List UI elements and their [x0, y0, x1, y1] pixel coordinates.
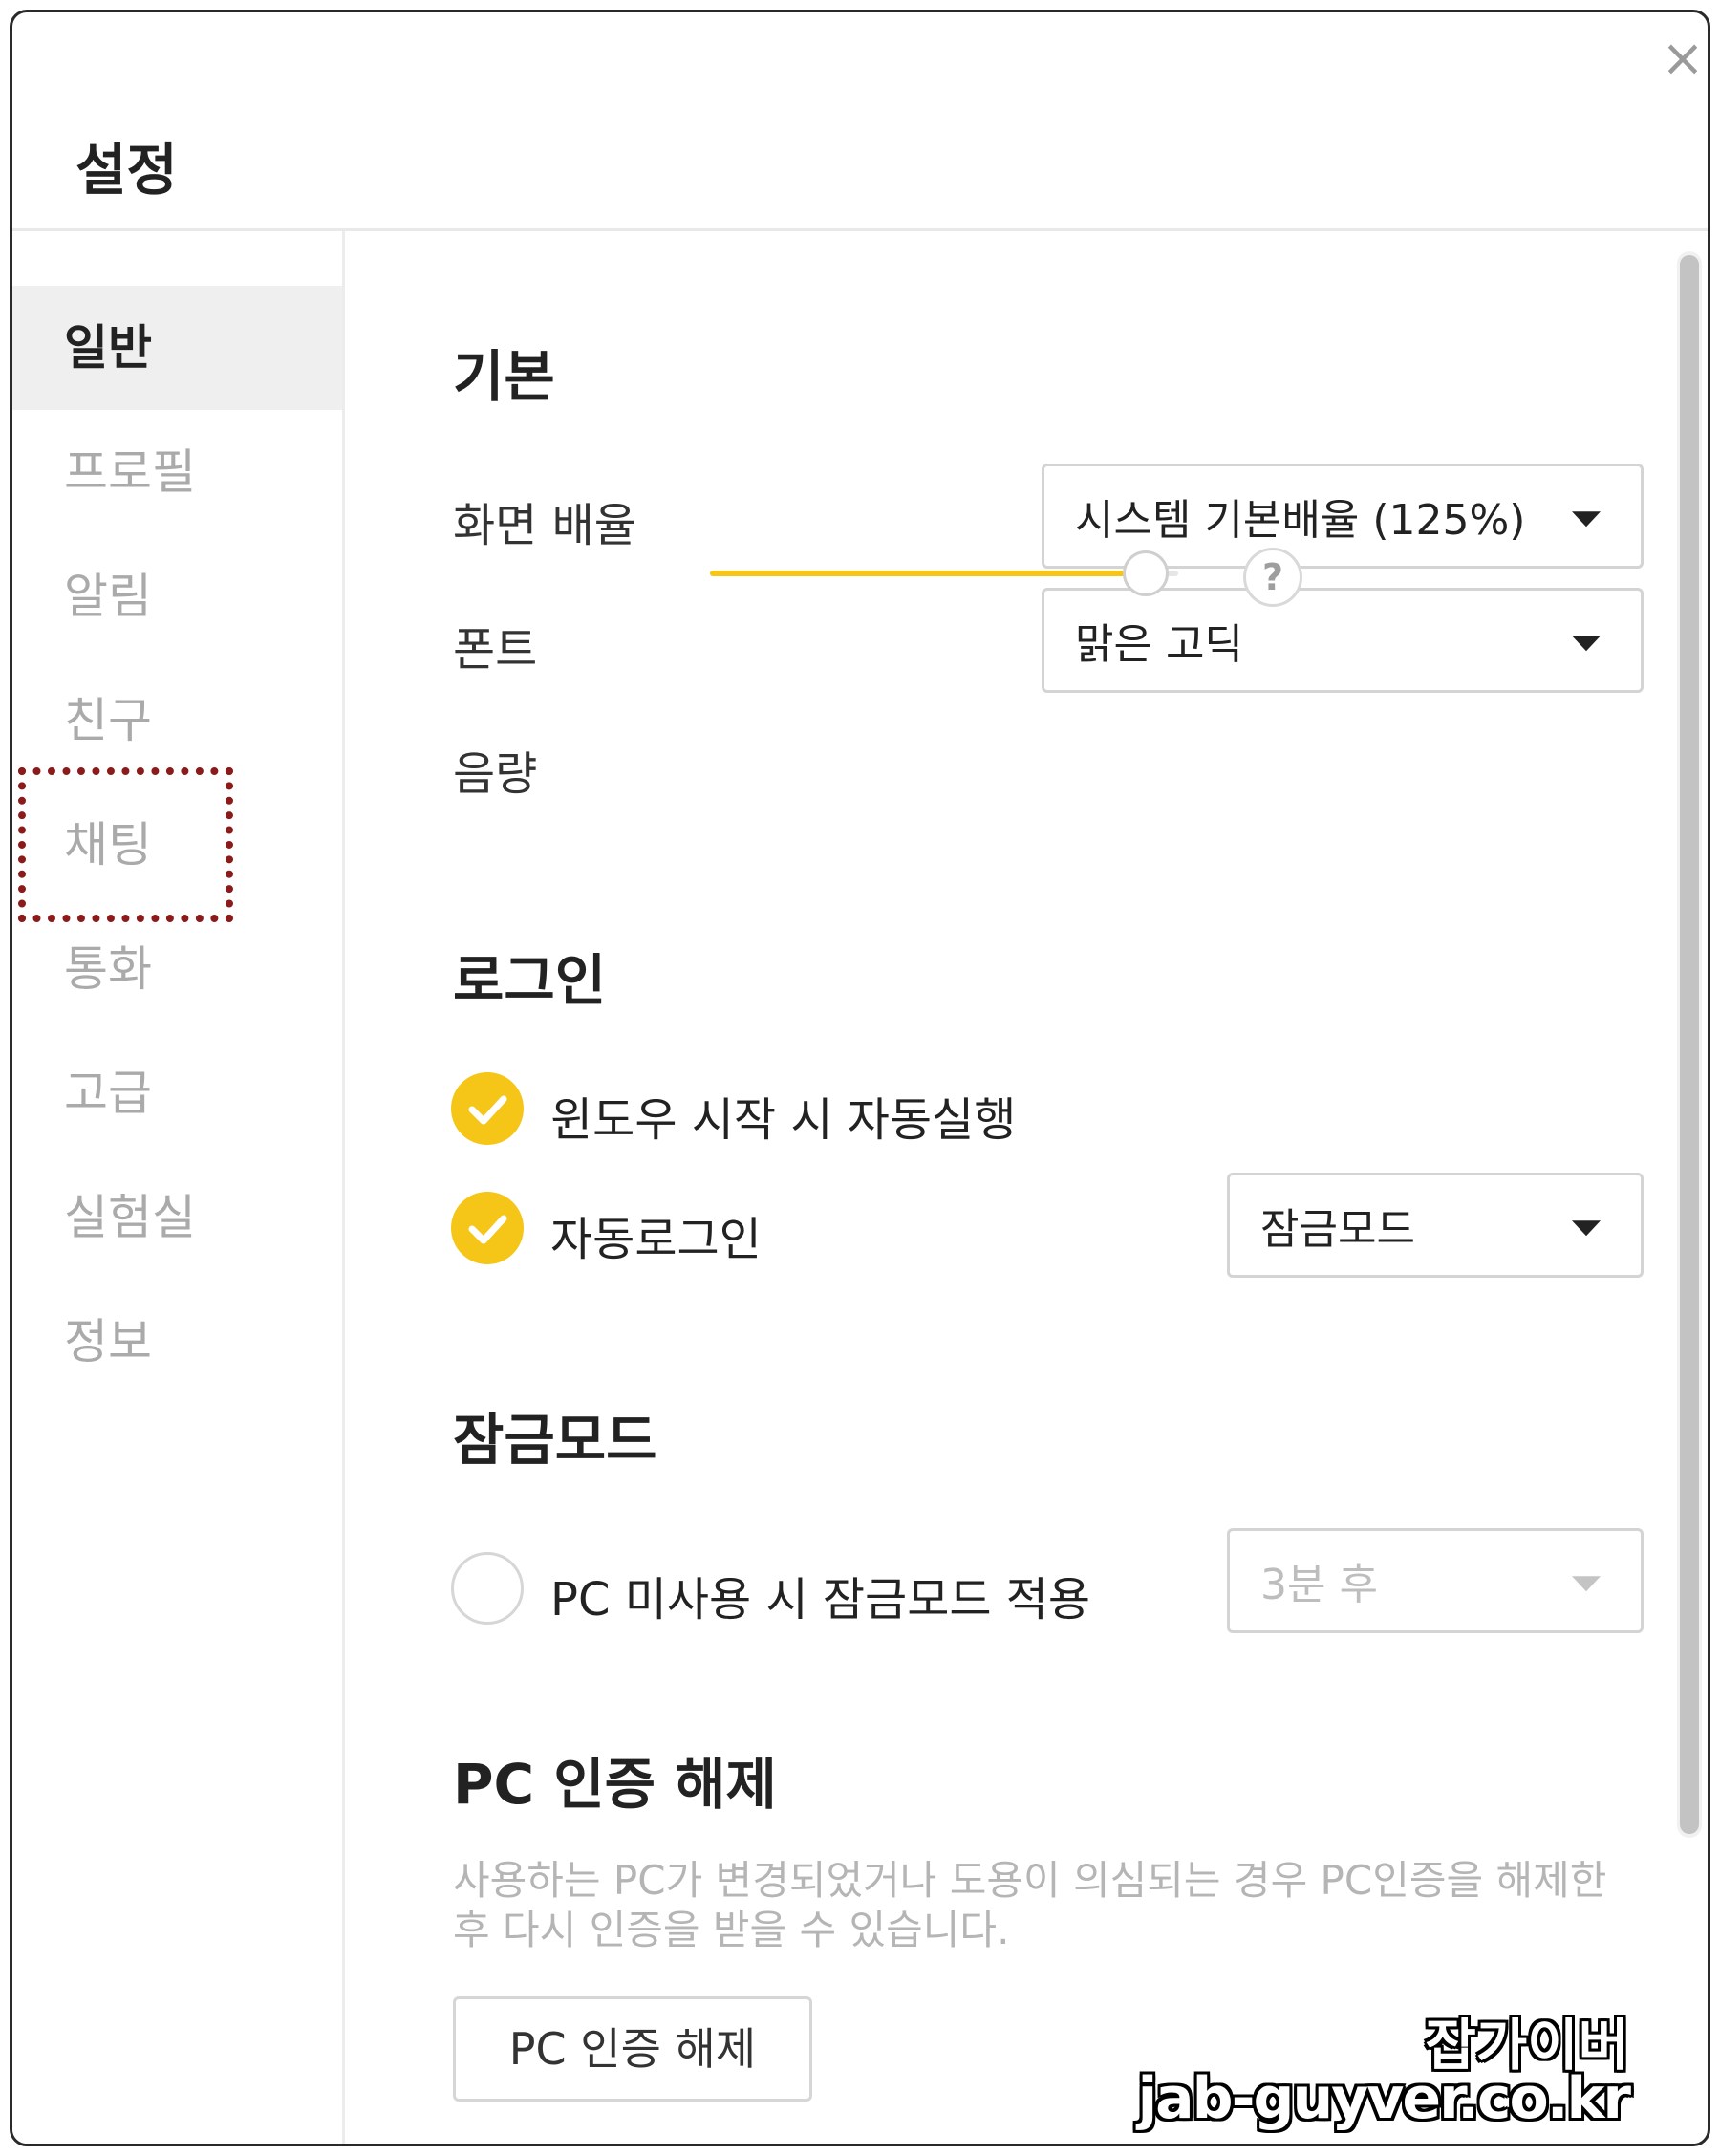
chevron-down-icon — [1572, 511, 1601, 528]
window-title: 설정 — [75, 138, 178, 203]
settings-window: × 설정 일반 프로필 알림 친구 채팅 통화 고급 실험실 정보 기본 화면 … — [10, 10, 1710, 2146]
pc-auth-release-button[interactable]: PC 인증 해제 — [453, 1996, 812, 2102]
zoom-label: 화면 배율 — [453, 499, 636, 552]
chevron-down-icon — [1572, 1220, 1601, 1237]
sidebar-item-calls[interactable]: 통화 — [12, 907, 342, 1031]
sidebar-item-notifications[interactable]: 알림 — [12, 534, 342, 658]
help-icon[interactable]: ? — [1243, 548, 1302, 607]
idle-lock-checkbox[interactable] — [451, 1552, 524, 1625]
section-title-basic: 기본 — [453, 344, 555, 409]
volume-slider-fill — [710, 571, 1146, 576]
autologin-mode-select[interactable]: 잠금모드 — [1227, 1173, 1644, 1278]
chevron-down-icon — [1572, 636, 1601, 652]
font-label: 폰트 — [453, 623, 538, 677]
sidebar-item-chat[interactable]: 채팅 — [12, 783, 342, 907]
font-select[interactable]: 맑은 고딕 — [1042, 588, 1644, 693]
sidebar-item-labs[interactable]: 실험실 — [12, 1155, 342, 1280]
scrollbar-thumb[interactable] — [1680, 255, 1699, 1834]
sidebar: 일반 프로필 알림 친구 채팅 통화 고급 실험실 정보 — [12, 231, 345, 2144]
sidebar-item-advanced[interactable]: 고급 — [12, 1031, 342, 1155]
autologin-mode-value: 잠금모드 — [1260, 1205, 1415, 1254]
watermark-url: jab-guyver.co.kr — [1137, 2065, 1631, 2132]
sidebar-item-general[interactable]: 일반 — [12, 286, 342, 410]
volume-slider-thumb[interactable] — [1122, 550, 1169, 596]
font-select-value: 맑은 고딕 — [1075, 620, 1243, 669]
sidebar-item-friends[interactable]: 친구 — [12, 658, 342, 783]
volume-slider[interactable] — [710, 546, 1178, 603]
close-icon[interactable]: × — [1656, 32, 1708, 85]
sidebar-item-profile[interactable]: 프로필 — [12, 410, 342, 534]
zoom-select-value: 시스템 기본배율 (125%) — [1075, 496, 1526, 545]
vertical-scrollbar[interactable] — [1677, 251, 1702, 1838]
sidebar-item-info[interactable]: 정보 — [12, 1280, 342, 1404]
volume-label: 음량 — [453, 747, 538, 801]
